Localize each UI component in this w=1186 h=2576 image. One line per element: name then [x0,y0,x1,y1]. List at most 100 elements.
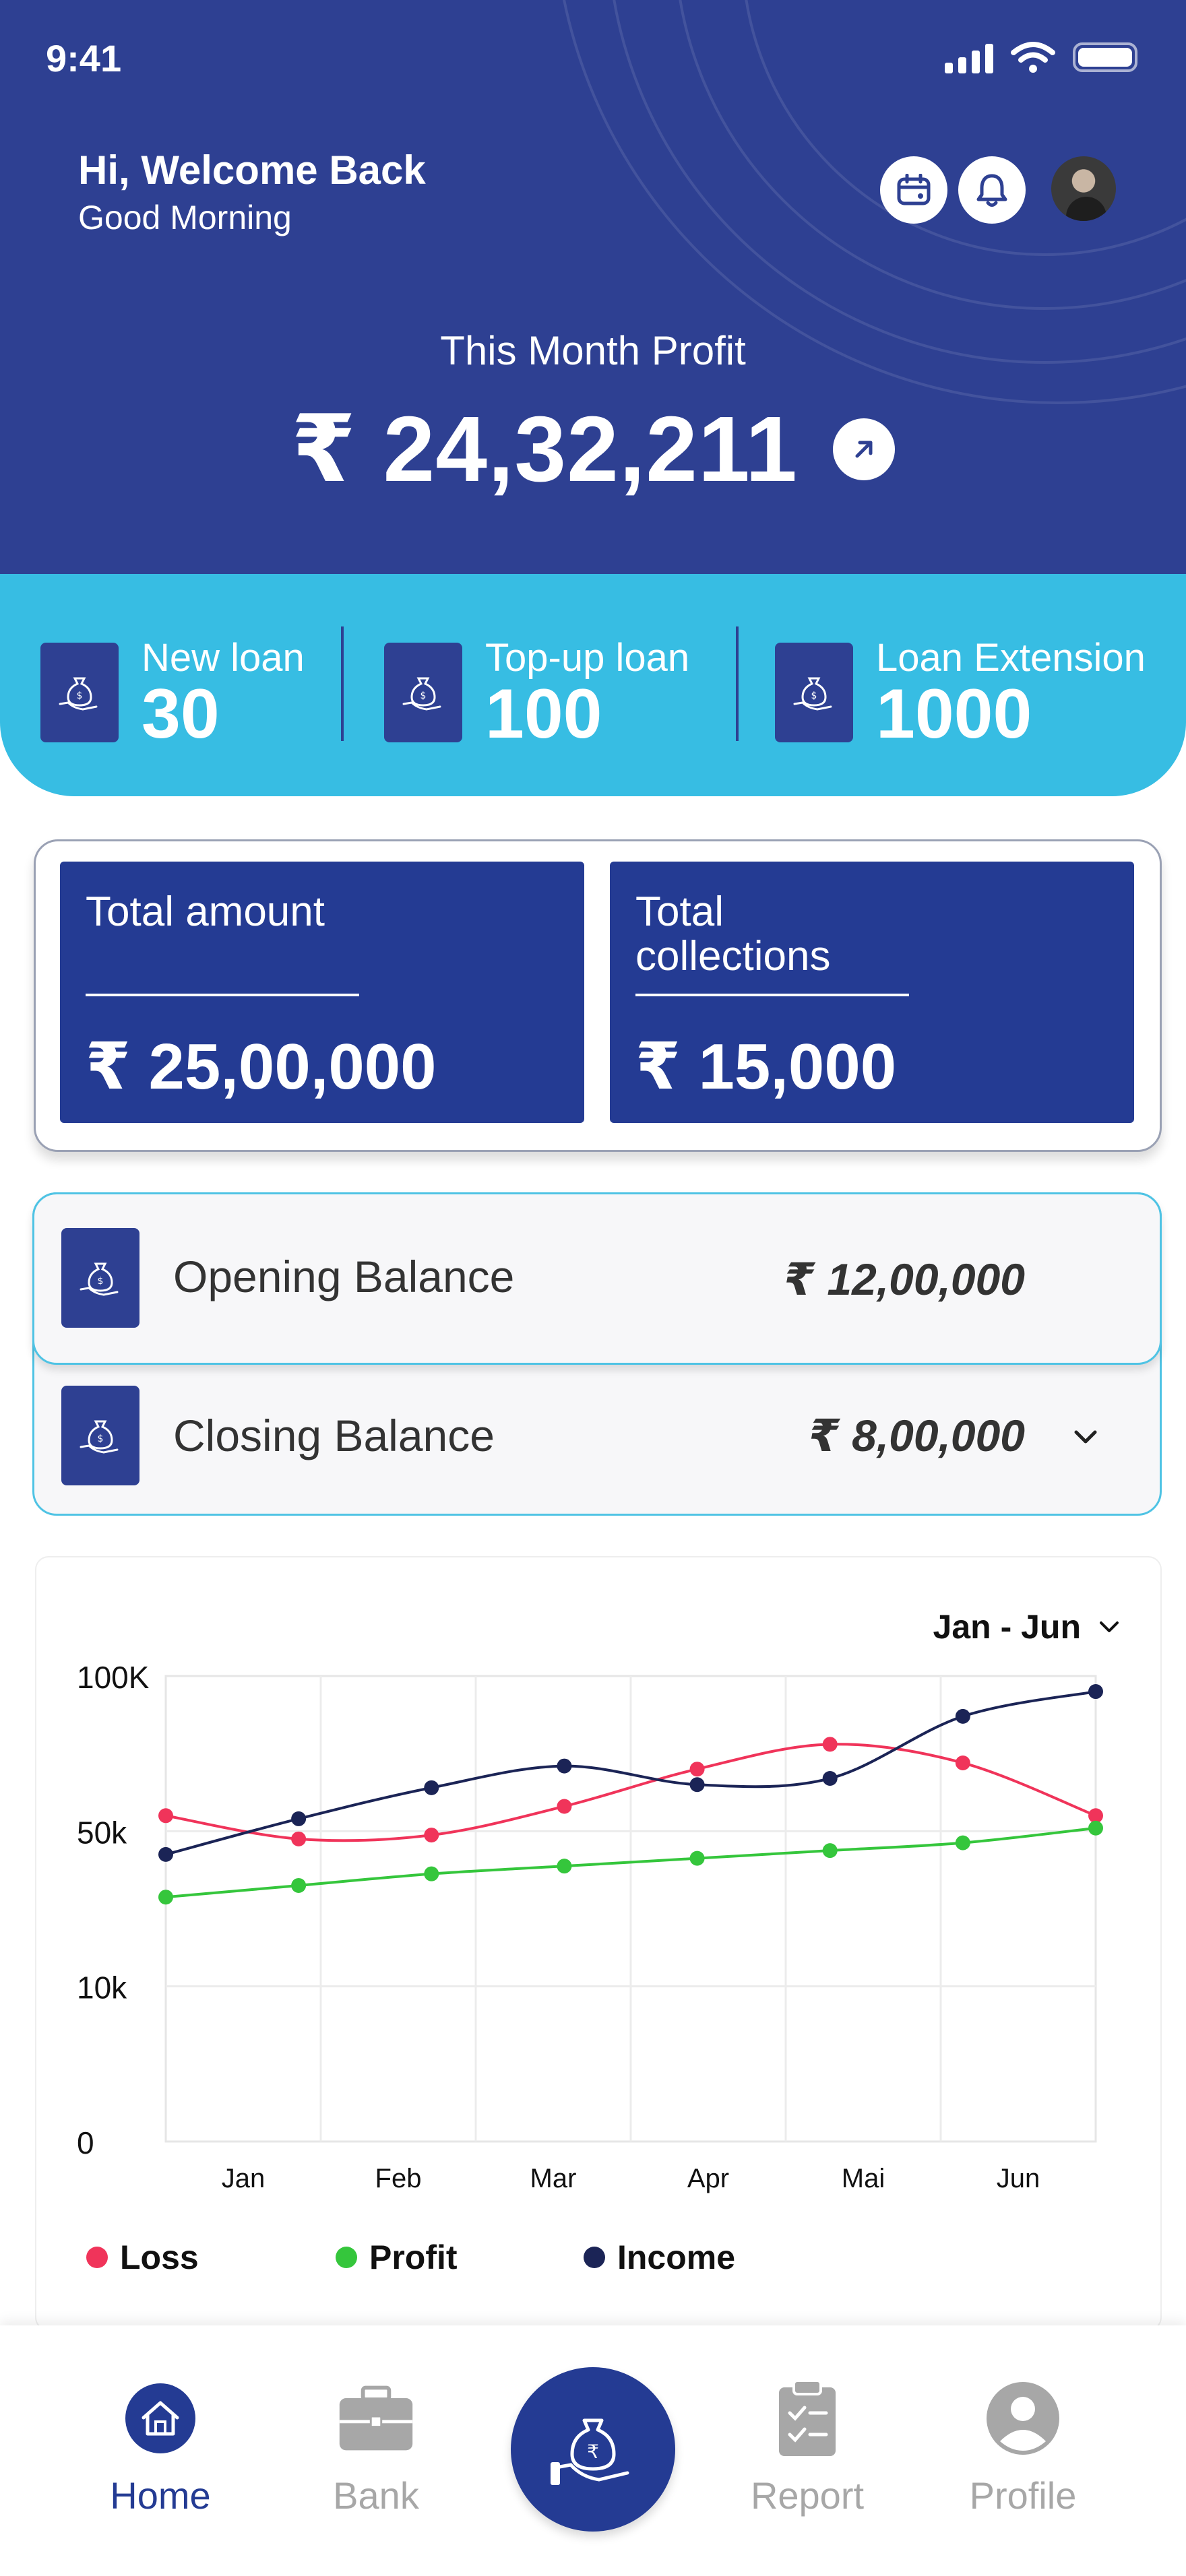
arrow-up-right-icon [855,441,873,457]
nav-label: Bank [333,2474,419,2517]
svg-text:₹: ₹ [587,2441,599,2463]
loan-stat-extension[interactable]: $ Loan Extension 1000 [775,636,1146,749]
money-bag-hand-icon: $ [61,1228,139,1328]
data-point-profit [689,1850,705,1866]
svg-text:$: $ [77,690,83,701]
closing-balance-value: ₹ 8,00,000 [808,1411,1025,1460]
summary-card: Total amount ₹ 25,00,000 Total collectio… [34,839,1162,1152]
x-tick-label: Feb [375,2164,422,2193]
data-point-income [557,1758,572,1774]
legend-item-profit: Profit [336,2238,584,2277]
briefcase-icon [336,2378,416,2459]
user-icon [982,2378,1063,2459]
nav-item-home[interactable]: Home [80,2378,241,2517]
loan-stats-strip: $ New loan 30 $ Top-up loan 100 $ Loan E… [0,574,1186,796]
balance-group: $ Closing Balance ₹ 8,00,000 $ Opening B… [32,1192,1162,1516]
data-point-income [291,1811,307,1826]
divider [341,626,344,741]
home-icon [120,2378,201,2459]
opening-balance-row[interactable]: $ Opening Balance ₹ 12,00,000 [32,1192,1162,1365]
calendar-icon [897,174,931,205]
data-point-income [822,1771,838,1786]
money-bag-hand-icon: $ [40,643,119,742]
y-tick-label: 0 [77,2125,94,2160]
date-range-label: Jan - Jun [933,1608,1081,1646]
money-bag-hand-icon: $ [61,1386,139,1485]
legend-item-loss: Loss [86,2238,336,2277]
divider [635,994,909,996]
x-tick-label: Mai [842,2164,885,2193]
total-collections-label: Total collections [635,889,831,979]
bottom-nav: Home Bank ₹ Report Profile [0,2325,1186,2576]
chevron-down-icon[interactable] [1071,1422,1100,1452]
legend-dot [584,2247,605,2268]
svg-text:$: $ [420,690,427,701]
clipboard-icon [767,2378,848,2459]
greeting-title: Hi, Welcome Back [78,148,426,193]
legend-label: Income [617,2239,736,2276]
money-bag-hand-icon: $ [384,643,462,742]
legend-label: Profit [369,2239,458,2276]
y-tick-label: 10k [77,1970,127,2005]
nav-label: Profile [969,2474,1077,2517]
data-point-loss [689,1762,705,1777]
wifi-icon [1011,42,1055,73]
data-point-profit [1088,1820,1103,1836]
legend-label: Loss [120,2239,199,2276]
data-point-profit [557,1859,572,1874]
x-tick-label: Apr [687,2164,729,2193]
money-bag-hand-icon: $ [775,643,853,742]
notification-button[interactable] [958,156,1026,224]
signal-icon [945,41,993,73]
loan-label: Loan Extension [876,636,1146,680]
profit-row: ₹ 24,32,211 [0,395,1186,503]
chevron-down-icon [1100,1621,1119,1632]
total-amount-card[interactable]: Total amount ₹ 25,00,000 [60,862,584,1123]
total-amount-label: Total amount [86,889,325,935]
data-point-income [158,1846,173,1862]
opening-balance-label: Opening Balance [173,1252,515,1301]
status-time: 9:41 [46,37,122,79]
divider [736,626,739,741]
nav-item-report[interactable]: Report [726,2378,888,2517]
data-point-loss [291,1831,307,1846]
total-amount-value: ₹ 25,00,000 [86,1031,437,1103]
loan-label: Top-up loan [485,636,690,680]
y-tick-label: 50k [77,1815,127,1850]
y-tick-label: 100K [77,1660,150,1695]
nav-item-loan-action[interactable]: ₹ [511,2367,675,2532]
profit-details-button[interactable] [832,418,895,480]
closing-balance-row[interactable]: $ Closing Balance ₹ 8,00,000 [34,1367,1160,1515]
line-chart: 0 10k 50k 100K Jan Feb Mar Apr Mai Jun [77,1660,1103,2193]
divider [86,994,359,996]
data-point-income [424,1780,439,1795]
loan-stat-topup[interactable]: $ Top-up loan 100 [384,636,690,753]
legend-dot [86,2247,108,2268]
data-point-profit [291,1877,307,1893]
svg-text:$: $ [98,1434,104,1444]
nav-label: Report [750,2474,865,2517]
data-point-profit [822,1843,838,1859]
x-tick-label: Mar [530,2164,577,2193]
battery-icon [1073,42,1137,72]
loan-value: 100 [485,675,602,753]
svg-text:$: $ [98,1276,104,1287]
data-point-income [1088,1684,1103,1700]
date-range-dropdown[interactable]: Jan - Jun [933,1607,1123,1646]
calendar-button[interactable] [880,156,947,224]
x-tick-label: Jan [222,2164,266,2193]
data-point-profit [955,1835,970,1850]
nav-item-profile[interactable]: Profile [942,2378,1104,2517]
total-collections-card[interactable]: Total collections ₹ 15,000 [610,862,1134,1123]
nav-item-bank[interactable]: Bank [295,2378,457,2517]
data-point-profit [158,1890,173,1905]
data-point-loss [158,1808,173,1824]
data-point-loss [822,1737,838,1752]
closing-balance-label: Closing Balance [173,1411,495,1460]
loan-stat-new[interactable]: $ New loan 30 [40,636,305,749]
opening-balance-value: ₹ 12,00,000 [784,1254,1025,1304]
avatar[interactable] [1049,154,1119,224]
profit-value: ₹ 24,32,211 [291,397,798,501]
nav-label: Home [110,2474,211,2517]
legend-dot [336,2247,357,2268]
